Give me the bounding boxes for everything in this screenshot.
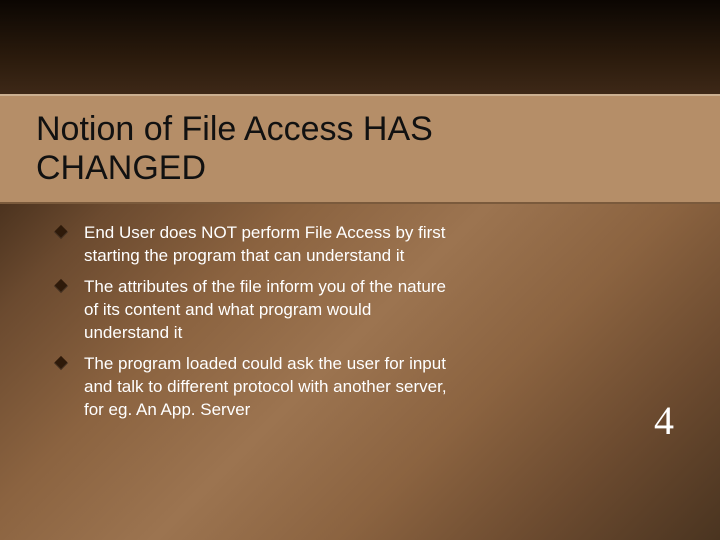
title-band: Notion of File Access HAS CHANGED xyxy=(0,94,720,204)
page-number: 4 xyxy=(654,397,674,444)
diamond-bullet-icon xyxy=(54,225,68,239)
diamond-bullet-icon xyxy=(54,279,68,293)
bullet-text: The program loaded could ask the user fo… xyxy=(84,354,447,419)
header-band xyxy=(0,0,720,94)
list-item: The program loaded could ask the user fo… xyxy=(50,353,460,422)
diamond-bullet-icon xyxy=(54,356,68,370)
list-item: End User does NOT perform File Access by… xyxy=(50,222,460,268)
list-item: The attributes of the file inform you of… xyxy=(50,276,460,345)
slide-title: Notion of File Access HAS CHANGED xyxy=(36,110,556,188)
bullet-list: End User does NOT perform File Access by… xyxy=(50,222,460,422)
bullet-text: End User does NOT perform File Access by… xyxy=(84,223,446,265)
bullet-text: The attributes of the file inform you of… xyxy=(84,277,446,342)
content-area: End User does NOT perform File Access by… xyxy=(50,222,460,430)
